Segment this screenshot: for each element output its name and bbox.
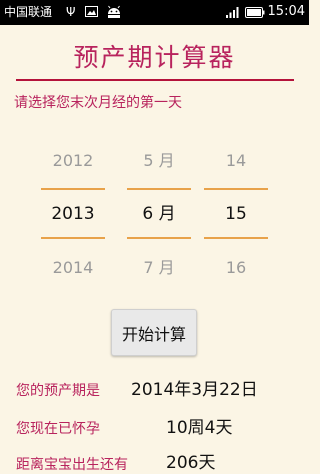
picker-divider	[127, 188, 191, 190]
android-icon	[108, 5, 120, 18]
picker-divider	[204, 237, 268, 239]
picker-divider	[204, 188, 268, 190]
title-divider	[16, 79, 294, 81]
days-remaining-value: 206天	[166, 453, 216, 473]
days-remaining-label: 距离宝宝出生还有	[16, 457, 128, 473]
signal-icon	[226, 7, 239, 18]
usb-icon: Ψ	[66, 5, 76, 19]
status-clock: 15:04	[267, 4, 305, 19]
instruction-text: 请选择您末次月经的第一天	[14, 95, 182, 111]
month-picker[interactable]: 5 月 6 月 7 月	[127, 146, 191, 280]
picker-divider	[127, 237, 191, 239]
pregnant-duration-value: 10周4天	[166, 418, 233, 438]
picker-divider	[41, 237, 105, 239]
due-date-value: 2014年3月22日	[131, 380, 258, 400]
status-bar: 中国联通 Ψ 15:04	[0, 0, 309, 25]
picker-divider	[41, 188, 105, 190]
day-option-prev[interactable]: 14	[204, 150, 268, 172]
day-option-next[interactable]: 16	[204, 257, 268, 279]
day-option-selected[interactable]: 15	[204, 203, 268, 225]
app-title: 预产期计算器	[73, 43, 236, 72]
month-option-selected[interactable]: 6 月	[127, 203, 191, 225]
pregnant-duration-label: 您现在已怀孕	[16, 421, 100, 437]
image-icon	[85, 6, 98, 17]
year-option-next[interactable]: 2014	[41, 257, 105, 279]
carrier-name: 中国联通	[4, 5, 53, 19]
day-picker[interactable]: 14 15 16	[204, 146, 268, 280]
year-option-selected[interactable]: 2013	[41, 203, 105, 225]
due-date-label: 您的预产期是	[16, 383, 100, 399]
battery-icon	[245, 7, 265, 18]
year-option-prev[interactable]: 2012	[41, 150, 105, 172]
month-option-next[interactable]: 7 月	[127, 257, 191, 279]
year-picker[interactable]: 2012 2013 2014	[41, 146, 105, 280]
start-calculate-button[interactable]: 开始计算	[111, 309, 197, 356]
month-option-prev[interactable]: 5 月	[127, 150, 191, 172]
